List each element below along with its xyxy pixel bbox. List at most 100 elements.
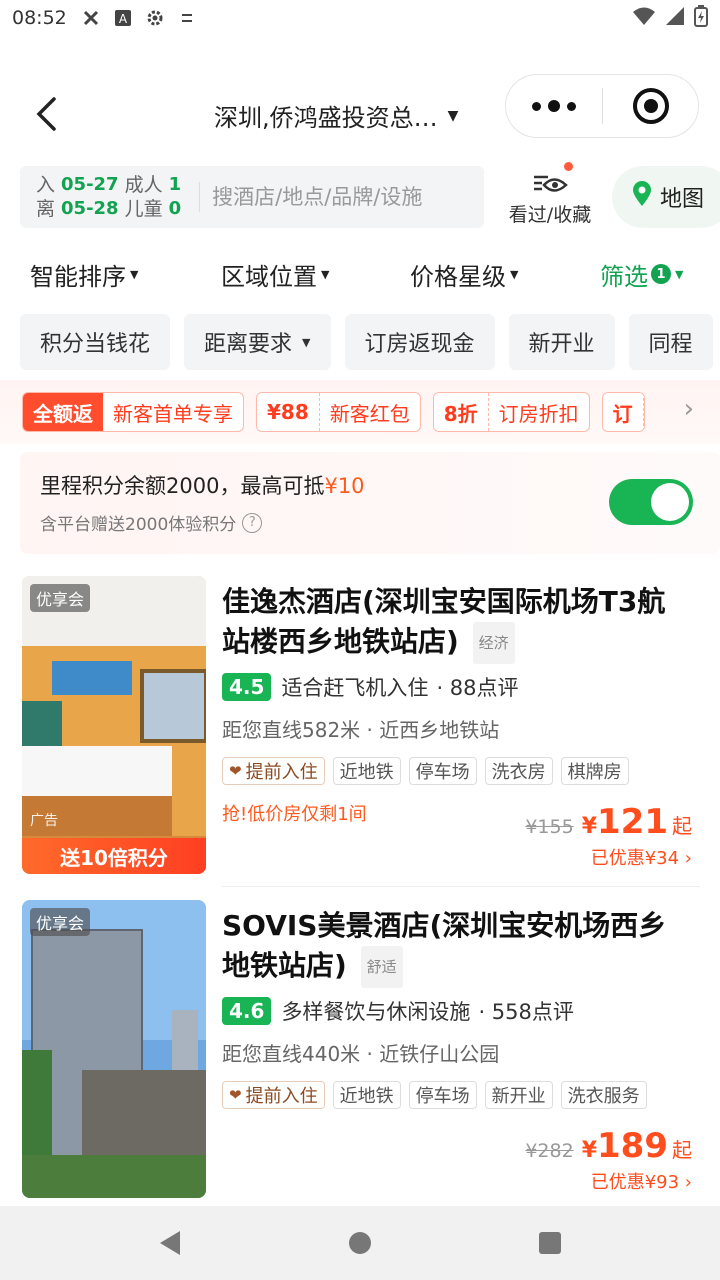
review-count: · 558点评 xyxy=(478,1000,574,1024)
nav-back-button[interactable] xyxy=(150,1223,190,1263)
divider xyxy=(222,886,700,887)
circle-home-icon xyxy=(349,1232,371,1254)
search-box[interactable]: 入 05-27 成人 1 离 05-28 儿童 0 搜酒店/地点/品牌/设施 xyxy=(20,166,484,228)
hotel-name[interactable]: 佳逸杰酒店(深圳宝安国际机场T3航站楼西乡地铁站店) 经济 xyxy=(222,582,692,664)
adults-count: 1 xyxy=(168,174,182,195)
checkin-label: 入 xyxy=(36,174,56,196)
promo-lead: 全额返 xyxy=(23,393,103,431)
tag: 近地铁 xyxy=(332,757,401,785)
wifi-icon xyxy=(632,6,656,31)
chevron-right-icon: › xyxy=(679,1172,692,1193)
discount-link[interactable]: 已优惠¥34 › xyxy=(591,844,692,870)
caret-down-icon: ▼ xyxy=(675,267,684,281)
chip-tongcheng[interactable]: 同程 xyxy=(628,314,713,370)
adults-label: 成人 xyxy=(124,174,163,196)
promo-lead: 订 xyxy=(602,393,644,431)
tag: 棋牌房 xyxy=(560,757,629,785)
help-icon[interactable]: ? xyxy=(242,512,263,533)
promo-strip[interactable]: 全额返 新客首单专享 ¥88 新客红包 8折 订房折扣 订 › xyxy=(0,380,720,444)
hotel-rating: 4.6 多样餐饮与休闲设施 · 558点评 xyxy=(222,996,574,1026)
hotel-rating: 4.5 适合赶飞机入住 · 88点评 xyxy=(222,672,519,702)
promo-tag[interactable]: 8折 订房折扣 xyxy=(432,392,590,432)
hotel-price: ¥155 ¥ 121 起 xyxy=(525,802,692,842)
tag: 新开业 xyxy=(484,1081,553,1109)
children-count: 0 xyxy=(168,198,182,219)
tag-label: 提前入住 xyxy=(245,762,318,783)
notification-dot xyxy=(564,162,573,171)
battery-icon xyxy=(694,4,708,32)
promo-text: 新客首单专享 xyxy=(113,401,233,426)
search-input[interactable]: 搜酒店/地点/品牌/设施 xyxy=(199,182,422,212)
chip-label: 距离要求 xyxy=(204,332,293,357)
rating-highlight: 适合赶飞机入住 xyxy=(281,676,429,700)
mileage-text: 里程积分余额2000，最高可抵 xyxy=(40,474,325,498)
toggle-knob xyxy=(651,483,689,521)
tag-early-checkin: ❤ 提前入住 xyxy=(222,757,325,785)
hotel-photo[interactable]: 优享会 xyxy=(22,900,206,1198)
hotel-grade: 经济 xyxy=(472,622,515,664)
screen-filter[interactable]: 筛选 1 ▼ xyxy=(600,257,683,292)
children-label: 儿童 xyxy=(124,198,163,220)
sort-filter[interactable]: 智能排序 ▼ xyxy=(30,257,138,292)
low-stock-alert: 抢!低价房仅剩1间 xyxy=(222,804,367,825)
price-label: 价格星级 xyxy=(410,262,506,291)
mileage-note-text: 含平台赠送2000体验积分 xyxy=(40,515,237,535)
more-menu-button[interactable] xyxy=(506,100,602,112)
heart-icon: ❤ xyxy=(229,1086,242,1104)
hotel-name[interactable]: SOVIS美景酒店(深圳宝安机场西乡地铁站店) 舒适 xyxy=(222,906,692,988)
promo-tag[interactable]: 订 xyxy=(601,392,645,432)
tag-early-checkin: ❤ 提前入住 xyxy=(222,1081,325,1109)
chip-label: 积分当钱花 xyxy=(40,332,151,357)
chip-label: 同程 xyxy=(648,332,693,357)
price-filter[interactable]: 价格星级 ▼ xyxy=(410,257,518,292)
rating-highlight: 多样餐饮与休闲设施 xyxy=(281,1000,471,1024)
hotel-name-text: SOVIS美景酒店(深圳宝安机场西乡地铁站店) xyxy=(222,909,667,982)
caret-down-icon: ▼ xyxy=(510,267,519,281)
currency-symbol: ¥ xyxy=(581,814,598,839)
caret-down-icon: ▼ xyxy=(302,335,311,349)
member-badge: 优享会 xyxy=(30,908,91,936)
chip-new-open[interactable]: 新开业 xyxy=(508,314,615,370)
screen-label: 筛选 xyxy=(600,262,648,291)
back-button[interactable] xyxy=(28,92,64,136)
chip-points[interactable]: 积分当钱花 xyxy=(20,314,171,370)
square-recents-icon xyxy=(539,1232,561,1254)
chip-distance[interactable]: 距离要求 ▼ xyxy=(184,314,331,370)
hotel-grade: 舒适 xyxy=(360,946,403,988)
hotel-photo[interactable]: 优享会 广告 送10倍积分 xyxy=(22,576,206,874)
history-favorites-button[interactable]: 看过/收藏 xyxy=(500,162,600,227)
currency-symbol: ¥ xyxy=(581,1138,598,1163)
eye-icon xyxy=(500,162,600,200)
use-points-toggle[interactable] xyxy=(609,479,693,525)
price-suffix: 起 xyxy=(672,814,692,838)
chip-cashback[interactable]: 订房返现金 xyxy=(344,314,495,370)
status-bar: 08:52 A xyxy=(0,0,720,36)
a-square-icon: A xyxy=(113,8,133,28)
heart-icon: ❤ xyxy=(229,762,242,780)
settings-gear-icon xyxy=(145,8,165,28)
price-suffix: 起 xyxy=(672,1138,692,1162)
close-miniapp-button[interactable] xyxy=(603,88,698,124)
promo-tag[interactable]: 全额返 新客首单专享 xyxy=(22,392,244,432)
current-price: 121 xyxy=(597,802,668,842)
promo-lead: ¥88 xyxy=(257,393,320,431)
status-time: 08:52 xyxy=(12,7,67,29)
current-price: 189 xyxy=(597,1126,668,1166)
area-filter[interactable]: 区域位置 ▼ xyxy=(221,257,329,292)
promo-tag[interactable]: ¥88 新客红包 xyxy=(256,392,421,432)
target-icon xyxy=(632,88,669,124)
map-button[interactable]: 地图 xyxy=(612,166,720,228)
hotel-distance: 距您直线440米 · 近铁仔山公园 xyxy=(222,1042,500,1066)
member-badge: 优享会 xyxy=(30,584,91,612)
nav-home-button[interactable] xyxy=(340,1223,380,1263)
chevron-right-icon[interactable]: › xyxy=(684,394,694,424)
nav-recents-button[interactable] xyxy=(530,1223,570,1263)
date-guest-picker[interactable]: 入 05-27 成人 1 离 05-28 儿童 0 xyxy=(36,173,181,221)
discount-link[interactable]: 已优惠¥93 › xyxy=(591,1168,692,1194)
tag-label: 提前入住 xyxy=(245,1086,318,1107)
promo-text: 订房折扣 xyxy=(498,401,579,426)
caret-down-icon: ▼ xyxy=(321,267,330,281)
map-label: 地图 xyxy=(660,187,705,212)
location-selector[interactable]: 深圳,侨鸿盛投资总… ▼ xyxy=(214,98,458,133)
checkout-label: 离 xyxy=(36,198,56,220)
